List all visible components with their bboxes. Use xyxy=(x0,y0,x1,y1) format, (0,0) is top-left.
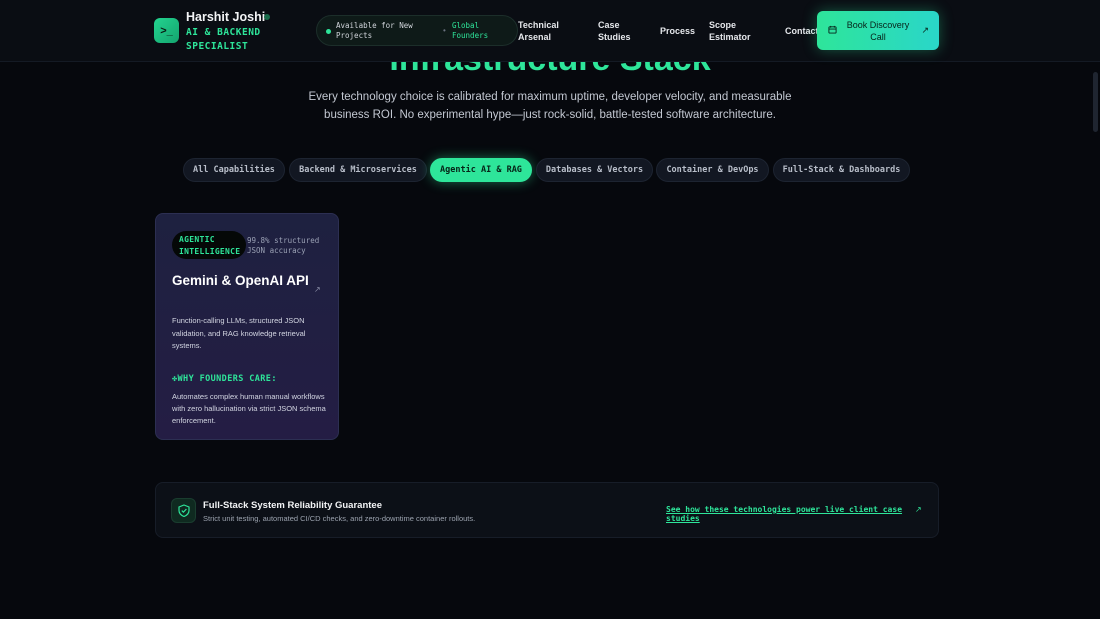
card-metric: 99.8% structured JSON accuracy xyxy=(247,236,320,255)
site-header: >_ Harshit Joshi AI & BACKEND SPECIALIST… xyxy=(0,0,1100,62)
status-dot xyxy=(264,14,270,20)
category-badge: AGENTIC INTELLIGENCE xyxy=(172,231,246,259)
section-subtitle: Every technology choice is calibrated fo… xyxy=(308,91,792,121)
card-description: Function-calling LLMs, structured JSON v… xyxy=(172,316,306,350)
nav-process[interactable]: Process xyxy=(660,25,695,37)
terminal-icon[interactable]: >_ xyxy=(154,18,179,43)
why-founders-care-text: Automates complex human manual workflows… xyxy=(172,392,326,425)
tab-container-devops[interactable]: Container & DevOps xyxy=(656,158,769,182)
nav-scope-estimator[interactable]: Scope Estimator xyxy=(709,19,764,43)
guarantee-subtitle: Strict unit testing, automated CI/CD che… xyxy=(203,514,476,523)
why-founders-care-label: ✤WHY FOUNDERS CARE: xyxy=(172,374,277,384)
case-studies-link[interactable]: See how these technologies power live cl… xyxy=(666,505,938,523)
online-dot-icon xyxy=(326,29,331,34)
arrow-up-right-icon: ↗ xyxy=(915,505,922,514)
availability-tag: Global Founders xyxy=(452,21,489,40)
tab-full-stack-dashboards[interactable]: Full-Stack & Dashboards xyxy=(773,158,910,182)
availability-badge: Available for New Projects • Global Foun… xyxy=(316,15,518,46)
external-link-icon[interactable]: ↗ xyxy=(314,285,321,294)
nav-technical-arsenal[interactable]: Technical Arsenal xyxy=(518,19,578,43)
tab-backend-microservices[interactable]: Backend & Microservices xyxy=(289,158,427,182)
scrollbar-thumb[interactable] xyxy=(1093,72,1098,132)
tech-card[interactable]: AGENTIC INTELLIGENCE 99.8% structured JS… xyxy=(155,213,339,440)
nav-case-studies[interactable]: Case Studies xyxy=(598,19,643,43)
tab-databases-vectors[interactable]: Databases & Vectors xyxy=(536,158,653,182)
brand-role: AI & BACKEND SPECIALIST xyxy=(186,27,261,52)
tab-all-capabilities[interactable]: All Capabilities xyxy=(183,158,285,182)
availability-text: Available for New Projects xyxy=(336,21,413,40)
guarantee-title: Full-Stack System Reliability Guarantee xyxy=(203,500,382,511)
book-discovery-call-button[interactable]: Book Discovery Call ↗ xyxy=(817,11,939,50)
brand-name[interactable]: Harshit Joshi xyxy=(186,10,265,24)
nav-contact[interactable]: Contact xyxy=(785,25,819,37)
calendar-icon xyxy=(828,25,837,36)
cta-label: Book Discovery Call xyxy=(846,20,910,42)
separator: • xyxy=(443,26,446,35)
reliability-guarantee: Full-Stack System Reliability Guarantee … xyxy=(155,482,939,538)
shield-check-icon xyxy=(171,498,196,523)
tab-agentic-ai-rag[interactable]: Agentic AI & RAG xyxy=(430,158,532,182)
card-title: Gemini & OpenAI API xyxy=(172,273,309,288)
arrow-up-right-icon: ↗ xyxy=(921,25,929,35)
